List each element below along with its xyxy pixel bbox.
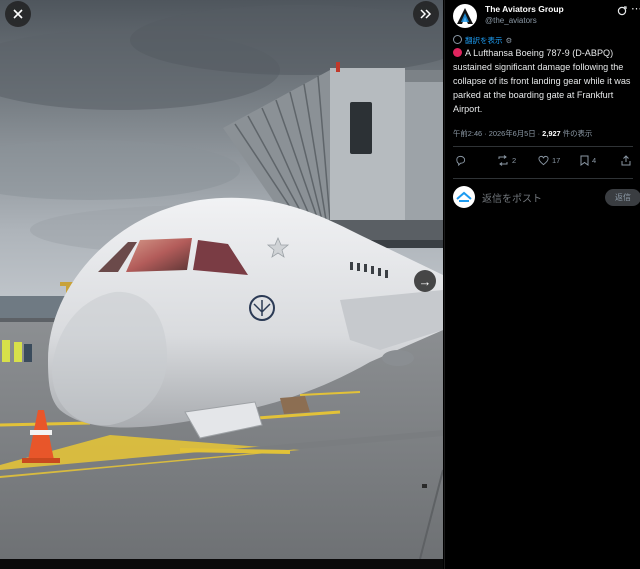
divider xyxy=(453,178,633,179)
repost-icon xyxy=(498,155,508,166)
repost-count: 2 xyxy=(512,156,517,165)
reply-button[interactable] xyxy=(455,155,469,166)
aviators-logo-icon xyxy=(457,8,473,24)
bookmark-count: 4 xyxy=(592,156,597,165)
repost-button[interactable]: 2 xyxy=(497,155,516,166)
post-meta: 午前2:46 · 2026年6月5日 · 2,927 件の表示 xyxy=(453,129,593,138)
share-icon xyxy=(621,155,631,166)
close-icon xyxy=(13,9,23,19)
display-name[interactable]: The Aviators Group xyxy=(485,4,615,15)
translate-link[interactable]: 翻訳を表示 ⚙ xyxy=(453,35,512,46)
post-text: A Lufthansa Boeing 787-9 (D-ABPQ) sustai… xyxy=(453,46,637,116)
bookmark-icon xyxy=(580,155,589,166)
aviators-logo-icon xyxy=(456,191,472,202)
globe-icon xyxy=(453,35,462,44)
double-chevron-right-icon xyxy=(420,9,432,19)
grok-icon[interactable] xyxy=(617,6,627,16)
reply-submit-button[interactable]: 返信 xyxy=(605,189,640,206)
heart-icon xyxy=(538,155,549,166)
views-label: 件の表示 xyxy=(562,129,593,138)
avatar[interactable] xyxy=(453,4,477,28)
post-header: The Aviators Group @the_aviators ⋯ xyxy=(453,4,640,30)
divider xyxy=(453,146,633,147)
translate-label: 翻訳を表示 xyxy=(465,36,503,45)
next-media-button[interactable]: → xyxy=(414,270,436,292)
post-photo xyxy=(0,0,443,559)
arrow-right-icon: → xyxy=(418,273,432,289)
expand-panel-button[interactable] xyxy=(413,1,439,27)
like-button[interactable]: 17 xyxy=(538,155,560,166)
media-footer xyxy=(0,559,443,569)
red-circle-emoji xyxy=(453,48,462,57)
author-names: The Aviators Group @the_aviators xyxy=(485,4,615,26)
reply-icon xyxy=(456,155,466,166)
bookmark-button[interactable]: 4 xyxy=(580,155,596,166)
settings-icon: ⚙ xyxy=(505,36,513,45)
view-count: 2,927 xyxy=(542,129,561,138)
like-count: 17 xyxy=(552,156,561,165)
reply-input[interactable]: 返信をポスト xyxy=(482,190,542,205)
action-bar: 2 17 4 xyxy=(453,155,633,169)
media-viewer: → xyxy=(0,0,443,569)
post-date[interactable]: 2026年6月5日 xyxy=(489,129,536,138)
close-button[interactable] xyxy=(5,1,31,27)
more-options-icon[interactable]: ⋯ xyxy=(631,4,640,16)
user-handle[interactable]: @the_aviators xyxy=(485,15,615,26)
post-detail-panel: The Aviators Group @the_aviators ⋯ 翻訳を表示… xyxy=(444,0,640,569)
post-body: A Lufthansa Boeing 787-9 (D-ABPQ) sustai… xyxy=(453,48,631,114)
current-user-avatar[interactable] xyxy=(453,186,475,208)
reply-composer: 返信をポスト 返信 xyxy=(453,186,640,210)
post-time[interactable]: 午前2:46 xyxy=(453,129,482,138)
share-button[interactable] xyxy=(621,155,631,166)
